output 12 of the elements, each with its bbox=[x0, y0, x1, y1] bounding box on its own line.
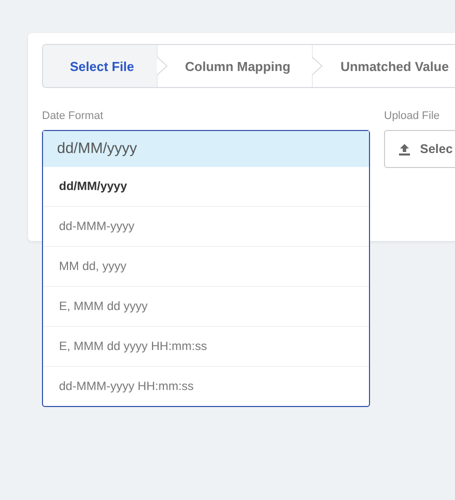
date-format-select[interactable]: dd/MM/yyyy bbox=[43, 131, 369, 167]
field-label: Date Format bbox=[42, 110, 104, 124]
dropdown-option[interactable]: dd-MMM-yyyy HH:mm:ss bbox=[43, 366, 369, 406]
upload-icon bbox=[398, 142, 411, 156]
dropdown-option[interactable]: dd-MMM-yyyy bbox=[43, 206, 369, 246]
field-label: Upload File bbox=[384, 110, 441, 124]
dropdown-option[interactable]: E, MMM dd yyyy HH:mm:ss bbox=[43, 326, 369, 366]
step-tab[interactable]: Select File bbox=[43, 45, 157, 87]
dropdown-option[interactable]: E, MMM dd yyyy bbox=[43, 286, 369, 326]
dropdown-option[interactable]: MM dd, yyyy bbox=[43, 246, 369, 286]
select-file-button[interactable]: Selec bbox=[384, 130, 455, 168]
dropdown-option[interactable]: dd/MM/yyyy bbox=[43, 167, 369, 206]
